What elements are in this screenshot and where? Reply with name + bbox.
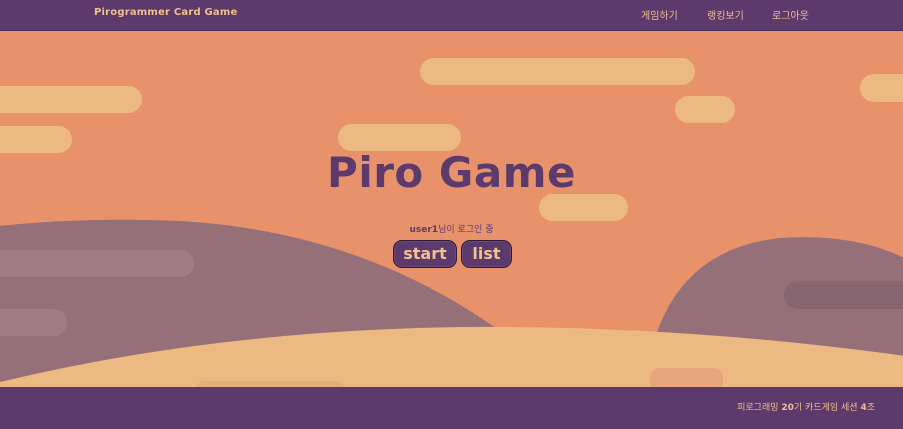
footer-prefix: 피로그래밍 (737, 403, 782, 413)
nav-ranking[interactable]: 랭킹보기 (707, 7, 744, 22)
background-scene (0, 31, 903, 387)
brand-logo[interactable]: Pirogrammer Card Game (94, 7, 237, 18)
start-button[interactable]: start (393, 240, 457, 268)
hill-stripe (0, 309, 67, 336)
login-status-suffix: 님이 로그인 중 (438, 225, 494, 235)
footer: 피로그래밍 20기 카드게임 세션 4조 (0, 387, 903, 429)
dune-stripe (650, 368, 723, 387)
hill-stripe (784, 281, 903, 309)
login-status: user1님이 로그인 중 (0, 222, 903, 235)
nav-logout[interactable]: 로그아웃 (772, 7, 809, 22)
footer-credit: 피로그래밍 20기 카드게임 세션 4조 (737, 400, 875, 413)
list-button[interactable]: list (461, 240, 512, 268)
page-title: Piro Game (327, 148, 576, 197)
footer-generation: 20 (781, 403, 794, 413)
hills-illustration (0, 219, 903, 387)
nav-play-game[interactable]: 게임하기 (641, 7, 678, 22)
footer-suffix: 조 (866, 403, 875, 413)
username-label: user1 (409, 225, 439, 235)
footer-middle: 기 카드게임 세션 (793, 403, 861, 413)
top-navbar: Pirogrammer Card Game 게임하기 랭킹보기 로그아웃 (0, 0, 903, 31)
hill-stripe (0, 250, 194, 277)
